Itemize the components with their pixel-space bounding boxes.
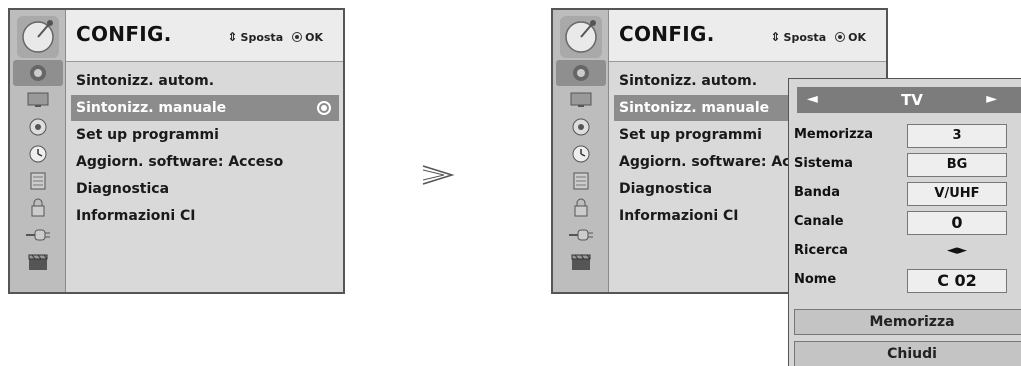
- satellite-icon[interactable]: [556, 60, 606, 86]
- source-selector[interactable]: ◄ TV ►: [797, 87, 1021, 113]
- navigation-hint: ⇕ Sposta OK: [770, 30, 866, 44]
- speaker-icon[interactable]: [556, 114, 606, 140]
- band-row: Banda V/UHF: [789, 179, 1021, 208]
- clock-icon[interactable]: [13, 141, 63, 167]
- manual-tuning-popup: ◄ TV ► Memorizza 3 Sistema BG Banda V/UH…: [788, 78, 1021, 366]
- satellite-dish-logo: [17, 16, 59, 58]
- search-label: Ricerca: [794, 243, 848, 258]
- satellite-icon[interactable]: [13, 60, 63, 86]
- ok-button-icon: [292, 32, 303, 42]
- close-button[interactable]: Chiudi: [794, 341, 1021, 366]
- menu-item-auto-tuning[interactable]: Sintonizz. autom.: [71, 68, 339, 94]
- move-arrows-icon: ⇕: [227, 30, 238, 44]
- plug-icon[interactable]: [13, 222, 63, 248]
- clock-icon[interactable]: [556, 141, 606, 167]
- search-row: Ricerca ◄►: [789, 237, 1021, 266]
- clapperboard-icon[interactable]: [556, 249, 606, 275]
- padlock-icon[interactable]: [556, 195, 606, 221]
- page-title: CONFIG.: [76, 22, 172, 46]
- move-hint-label: Sposta: [783, 30, 827, 44]
- name-label: Nome: [794, 272, 837, 287]
- menu-header: CONFIG. ⇕ Sposta OK: [609, 10, 886, 62]
- storage-label: Memorizza: [794, 127, 874, 142]
- satellite-dish-logo: [560, 16, 602, 58]
- next-arrow-icon[interactable]: ►: [986, 91, 997, 107]
- name-row: Nome C 02: [789, 266, 1021, 295]
- band-label: Banda: [794, 185, 841, 200]
- menu-header: CONFIG. ⇕ Sposta OK: [66, 10, 343, 62]
- clapperboard-icon[interactable]: [13, 249, 63, 275]
- menu-item-label: Sintonizz. manuale: [76, 100, 227, 116]
- system-label: Sistema: [794, 156, 853, 171]
- config-menu-panel: CONFIG. ⇕ Sposta OK Sintonizz. autom. Si…: [8, 8, 345, 294]
- speaker-icon[interactable]: [13, 114, 63, 140]
- category-sidebar: [553, 10, 609, 292]
- category-sidebar: [10, 10, 66, 292]
- channel-field[interactable]: 0: [907, 211, 1007, 235]
- channel-label: Canale: [794, 214, 844, 229]
- menu-item-software-update[interactable]: Aggiorn. software: Acceso: [71, 149, 339, 175]
- move-arrows-icon: ⇕: [770, 30, 781, 44]
- ok-hint-label: OK: [848, 30, 866, 44]
- lock-icon[interactable]: [13, 168, 63, 194]
- ok-button-icon: [835, 32, 846, 42]
- plug-icon[interactable]: [556, 222, 606, 248]
- band-field[interactable]: V/UHF: [907, 182, 1007, 206]
- ok-hint-label: OK: [305, 30, 323, 44]
- config-menu-list: Sintonizz. autom. Sintonizz. manuale Set…: [71, 68, 339, 230]
- system-field[interactable]: BG: [907, 153, 1007, 177]
- menu-item-program-setup[interactable]: Set up programmi: [71, 122, 339, 148]
- storage-row: Memorizza 3: [789, 121, 1021, 150]
- navigation-hint: ⇕ Sposta OK: [227, 30, 323, 44]
- transition-arrow-icon: [422, 165, 455, 185]
- monitor-icon[interactable]: [556, 87, 606, 113]
- page-title: CONFIG.: [619, 22, 715, 46]
- search-arrows[interactable]: ◄►: [907, 240, 1007, 264]
- move-hint-label: Sposta: [240, 30, 284, 44]
- selected-radio-icon: [317, 101, 331, 115]
- store-button[interactable]: Memorizza: [794, 309, 1021, 335]
- lock-icon[interactable]: [556, 168, 606, 194]
- storage-field[interactable]: 3: [907, 124, 1007, 148]
- menu-item-diagnostics[interactable]: Diagnostica: [71, 176, 339, 202]
- padlock-icon[interactable]: [13, 195, 63, 221]
- name-field[interactable]: C 02: [907, 269, 1007, 293]
- system-row: Sistema BG: [789, 150, 1021, 179]
- menu-item-manual-tuning[interactable]: Sintonizz. manuale: [71, 95, 339, 121]
- menu-item-ci-info[interactable]: Informazioni CI: [71, 203, 339, 229]
- monitor-icon[interactable]: [13, 87, 63, 113]
- channel-row: Canale 0: [789, 208, 1021, 237]
